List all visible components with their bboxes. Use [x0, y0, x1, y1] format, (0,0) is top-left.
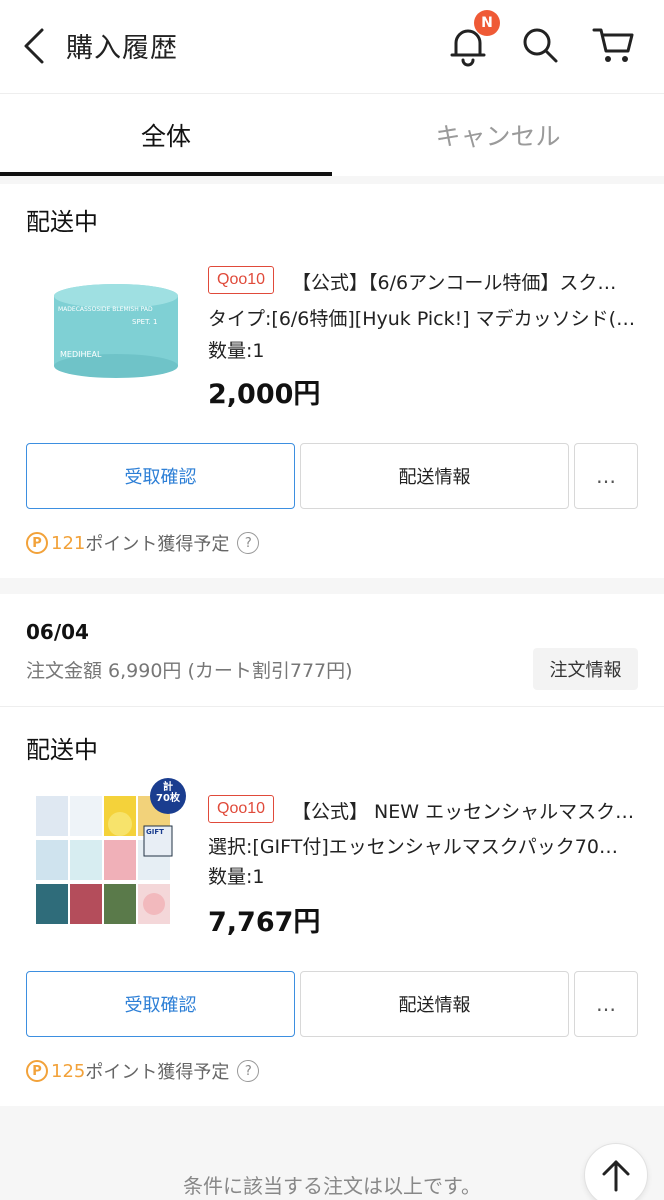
order-total: 注文金額 6,990円 (カート割引777円)	[26, 660, 353, 682]
points-icon: P	[26, 1060, 48, 1082]
receipt-confirm-button[interactable]: 受取確認	[26, 971, 295, 1037]
order-date: 06/04	[26, 620, 89, 644]
page-title: 購入履歴	[66, 33, 178, 64]
order-status: 配送中	[26, 736, 98, 764]
gift-label: GIFT	[146, 828, 164, 836]
help-icon[interactable]: ?	[237, 1060, 260, 1082]
points-row: P 121 ポイント獲得予定 ?	[26, 530, 260, 556]
tab-bar: 全体 キャンセル	[0, 94, 664, 176]
product-price: 7,767円	[208, 907, 321, 938]
points-icon: P	[26, 532, 48, 554]
bundle-badge: 計 70枚	[154, 782, 182, 804]
section-divider	[0, 578, 664, 594]
back-arrow-icon[interactable]	[14, 24, 54, 68]
points-value: 121	[51, 532, 86, 554]
bundle-badge-line2: 70枚	[156, 793, 180, 804]
product-option: 選択:[GIFT付]エッセンシャルマスクパック70…	[208, 836, 618, 858]
divider-line	[0, 706, 664, 707]
shop-badge: Qoo10	[208, 266, 275, 294]
help-icon[interactable]: ?	[237, 532, 260, 554]
points-value: 125	[51, 1060, 86, 1082]
points-text: ポイント獲得予定	[85, 1062, 230, 1083]
product-image-step: SPET. 1	[132, 318, 158, 326]
app-header: 購入履歴 N	[0, 0, 664, 94]
product-title[interactable]: 【公式】【6/6アンコール特価】スク…	[292, 268, 640, 295]
notification-badge: N	[474, 10, 500, 36]
tab-cancel[interactable]: キャンセル	[332, 94, 664, 176]
shipping-info-button[interactable]: 配送情報	[300, 443, 569, 509]
product-quantity: 数量:1	[208, 340, 265, 362]
shipping-info-button[interactable]: 配送情報	[300, 971, 569, 1037]
more-options-button[interactable]: …	[574, 443, 638, 509]
points-row: P 125 ポイント獲得予定 ?	[26, 1058, 260, 1084]
product-image[interactable]	[26, 248, 186, 408]
scroll-to-top-button[interactable]	[584, 1143, 648, 1200]
cart-icon[interactable]	[590, 20, 638, 70]
receipt-confirm-button[interactable]: 受取確認	[26, 443, 295, 509]
more-options-button[interactable]: …	[574, 971, 638, 1037]
product-option: タイプ:[6/6特価][Hyuk Pick!] マデカッソシド(-5…	[208, 308, 640, 330]
section-divider	[0, 176, 664, 184]
tab-all[interactable]: 全体	[0, 94, 332, 176]
arrow-up-icon	[602, 1160, 630, 1192]
product-image-label: MADECASSOSIDE BLEMISH PAD	[58, 306, 153, 313]
product-image-brand: MEDIHEAL	[60, 350, 102, 359]
shop-badge: Qoo10	[208, 795, 275, 823]
order-status: 配送中	[26, 208, 98, 236]
product-price: 2,000円	[208, 379, 321, 410]
product-title[interactable]: 【公式】 NEW エッセンシャルマスク…	[292, 797, 640, 824]
product-quantity: 数量:1	[208, 866, 265, 888]
bundle-badge-line1: 計	[163, 782, 173, 793]
end-of-list-message: 条件に該当する注文は以上です。	[183, 1174, 481, 1198]
order-info-button[interactable]: 注文情報	[533, 648, 638, 690]
search-icon[interactable]	[516, 20, 564, 70]
points-text: ポイント獲得予定	[85, 534, 230, 555]
